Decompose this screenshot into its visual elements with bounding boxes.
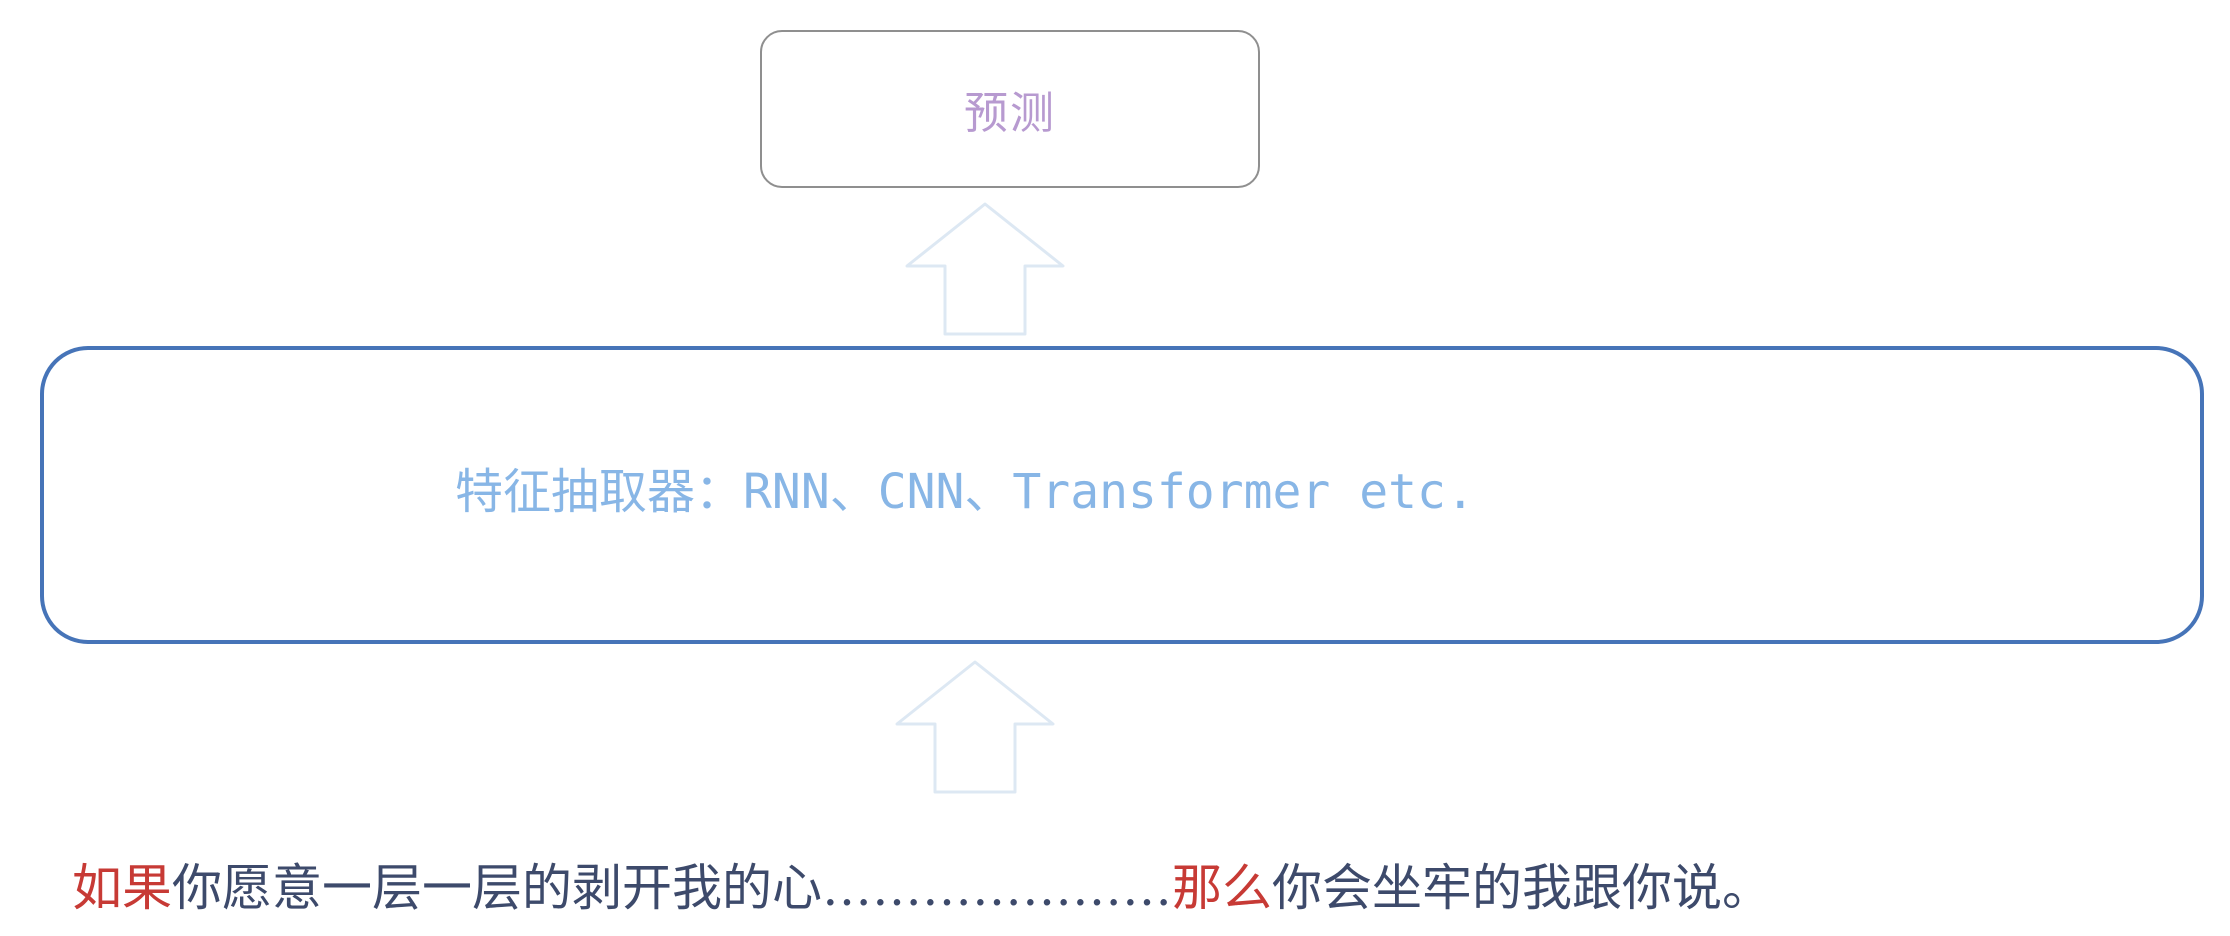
sentence-clause-2: 你会坐牢的我跟你说。 bbox=[1272, 859, 1772, 917]
feature-extractor-prefix: 特征抽取器： bbox=[455, 464, 744, 520]
sentence-highlight-ruguo: 如果 bbox=[72, 859, 172, 917]
sentence-ellipsis: ………………… bbox=[822, 859, 1172, 917]
input-sentence: 如果你愿意一层一层的剥开我的心…………………那么你会坐牢的我跟你说。 bbox=[72, 858, 1772, 918]
feature-extractor-models: RNN、CNN、Transformer etc. bbox=[743, 464, 1475, 520]
sentence-clause-1: 你愿意一层一层的剥开我的心 bbox=[172, 859, 822, 917]
sentence-highlight-name: 那么 bbox=[1172, 859, 1272, 917]
up-arrow-icon-lower bbox=[895, 660, 1055, 794]
up-arrow-icon-upper bbox=[905, 202, 1065, 336]
feature-extractor-label: 特征抽取器：RNN、CNN、Transformer etc. bbox=[455, 462, 1475, 522]
prediction-label: 预测 bbox=[964, 88, 1056, 139]
prediction-box: 预测 bbox=[760, 30, 1260, 188]
